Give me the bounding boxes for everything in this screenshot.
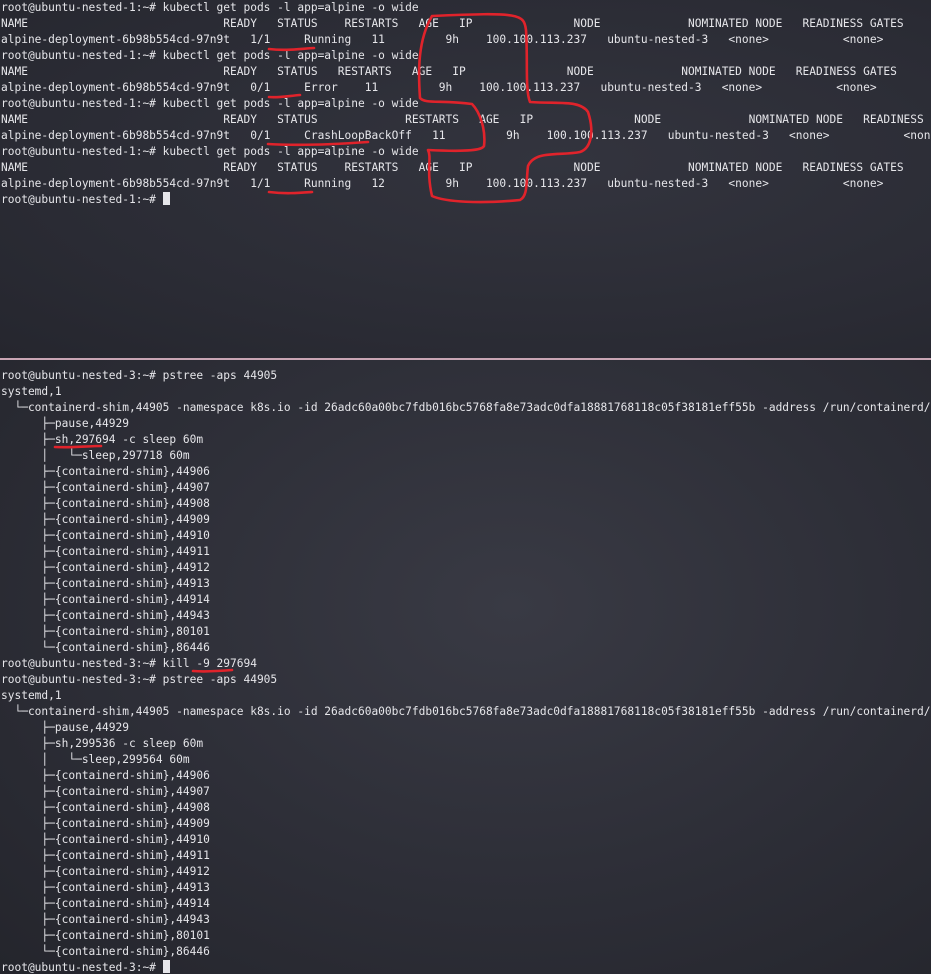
tree-line: └─{containerd-shim},86446 xyxy=(1,641,210,654)
table-header: NAME READY STATUS RESTARTS AGE IP NODE N… xyxy=(1,65,897,78)
tree-line: │ └─sleep,297718 60m xyxy=(1,449,190,462)
tree-line: ├─{containerd-shim},44908 xyxy=(1,497,210,510)
tree-line: ├─sh,299536 -c sleep 60m xyxy=(1,737,204,750)
tree-line: ├─{containerd-shim},80101 xyxy=(1,625,210,638)
tree-line: ├─{containerd-shim},44910 xyxy=(1,529,210,542)
tree-line: ├─{containerd-shim},44914 xyxy=(1,593,210,606)
prompt-line: root@ubuntu-nested-3:~# pstree -aps 4490… xyxy=(1,673,278,686)
table-row: alpine-deployment-6b98b554cd-97n9t 0/1 C… xyxy=(1,129,931,142)
tree-line: ├─{containerd-shim},44906 xyxy=(1,769,210,782)
tree-line: ├─pause,44929 xyxy=(1,721,129,734)
prompt-line[interactable]: root@ubuntu-nested-1:~# xyxy=(0,192,931,208)
tree-line: ├─{containerd-shim},80101 xyxy=(1,929,210,942)
prompt-line: root@ubuntu-nested-1:~# kubectl get pods… xyxy=(1,97,419,110)
tree-line: ├─{containerd-shim},44907 xyxy=(1,481,210,494)
tree-line: systemd,1 xyxy=(1,689,62,702)
table-row: alpine-deployment-6b98b554cd-97n9t 1/1 R… xyxy=(1,177,884,190)
terminal-cursor xyxy=(162,192,170,205)
tree-line: ├─{containerd-shim},44911 xyxy=(1,849,210,862)
prompt-line: root@ubuntu-nested-3:~# kill -9 297694 xyxy=(1,657,257,670)
table-header: NAME READY STATUS RESTARTS AGE IP NODE N… xyxy=(1,113,931,126)
tree-line: ├─sh,297694 -c sleep 60m xyxy=(1,433,204,446)
table-header: NAME READY STATUS RESTARTS AGE IP NODE N… xyxy=(1,17,904,30)
prompt-line: root@ubuntu-nested-1:~# kubectl get pods… xyxy=(1,145,419,158)
tree-line: ├─{containerd-shim},44912 xyxy=(1,561,210,574)
tree-line: │ └─sleep,299564 60m xyxy=(1,753,190,766)
tree-line: ├─{containerd-shim},44912 xyxy=(1,865,210,878)
prompt-text: root@ubuntu-nested-3:~# xyxy=(1,961,163,974)
bottom-terminal-pane[interactable]: root@ubuntu-nested-3:~# pstree -aps 4490… xyxy=(0,360,931,974)
tree-line: ├─{containerd-shim},44943 xyxy=(1,609,210,622)
tree-line: systemd,1 xyxy=(1,385,62,398)
tree-line: ├─{containerd-shim},44910 xyxy=(1,833,210,846)
tree-line: ├─{containerd-shim},44906 xyxy=(1,465,210,478)
top-terminal-pane[interactable]: root@ubuntu-nested-1:~# kubectl get pods… xyxy=(0,0,931,358)
bottom-terminal-output: root@ubuntu-nested-3:~# pstree -aps 4490… xyxy=(0,368,931,974)
prompt-line: root@ubuntu-nested-3:~# pstree -aps 4490… xyxy=(1,369,278,382)
tree-line: ├─{containerd-shim},44914 xyxy=(1,897,210,910)
tree-line: ├─pause,44929 xyxy=(1,417,129,430)
prompt-text: root@ubuntu-nested-1:~# xyxy=(1,193,156,206)
tree-line: ├─{containerd-shim},44908 xyxy=(1,801,210,814)
tree-line: └─containerd-shim,44905 -namespace k8s.i… xyxy=(1,705,931,718)
table-row: alpine-deployment-6b98b554cd-97n9t 0/1 E… xyxy=(1,81,877,94)
tree-line: ├─{containerd-shim},44909 xyxy=(1,513,210,526)
tree-line: └─{containerd-shim},86446 xyxy=(1,945,210,958)
prompt-line: root@ubuntu-nested-1:~# kubectl get pods… xyxy=(1,49,419,62)
tree-line: ├─{containerd-shim},44907 xyxy=(1,785,210,798)
tree-line: ├─{containerd-shim},44913 xyxy=(1,881,210,894)
tree-line: ├─{containerd-shim},44943 xyxy=(1,913,210,926)
tree-line: ├─{containerd-shim},44911 xyxy=(1,545,210,558)
top-terminal-output: root@ubuntu-nested-1:~# kubectl get pods… xyxy=(0,0,931,208)
prompt-line[interactable]: root@ubuntu-nested-3:~# xyxy=(0,960,931,974)
table-row: alpine-deployment-6b98b554cd-97n9t 1/1 R… xyxy=(1,33,884,46)
tree-line: └─containerd-shim,44905 -namespace k8s.i… xyxy=(1,401,931,414)
table-header: NAME READY STATUS RESTARTS AGE IP NODE N… xyxy=(1,161,904,174)
tree-line: ├─{containerd-shim},44913 xyxy=(1,577,210,590)
terminal-cursor xyxy=(162,960,170,973)
tree-line: ├─{containerd-shim},44909 xyxy=(1,817,210,830)
prompt-line: root@ubuntu-nested-1:~# kubectl get pods… xyxy=(1,1,419,14)
